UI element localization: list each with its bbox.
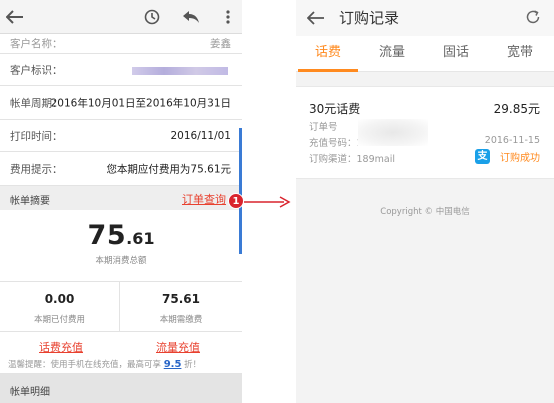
customer-name-row: 客户名称： 姜鑫	[0, 34, 242, 54]
order-records-screen: 订购记录 话费 流量 固话 宽带 30元话费 29.85元 订单号 充值号码：1…	[296, 0, 554, 403]
customer-id-label: 客户标识：	[10, 64, 63, 76]
back-arrow-icon[interactable]	[304, 6, 328, 30]
bill-screen: 客户名称： 姜鑫 客户标识： 帐单周期： 2016年10月01日至2016年10…	[0, 0, 242, 403]
order-card[interactable]: 30元话费 29.85元 订单号 充值号码：1 订购渠道：189mail 201…	[296, 86, 554, 179]
paid-caption: 本期已付费用	[33, 315, 85, 325]
callout-arrow-icon	[244, 196, 291, 208]
copyright-text: Copyright © 中国电信	[380, 207, 470, 217]
redacted-value	[358, 119, 428, 146]
fee-tip-row: 费用提示： 您本期应付费用为75.61元	[0, 152, 242, 186]
category-tabs: 话费 流量 固话 宽带	[296, 36, 554, 72]
refresh-icon[interactable]	[522, 6, 544, 28]
tab-phone-bill[interactable]: 话费	[296, 36, 360, 72]
redacted-value	[132, 67, 228, 75]
fee-tip-value: 您本期应付费用为75.61元	[106, 163, 231, 175]
tip-discount[interactable]: 9.5	[164, 359, 182, 370]
order-number-label: 订单号	[309, 122, 338, 133]
paid-cell: 0.00 本期已付费用	[0, 282, 120, 332]
top-toolbar	[0, 0, 242, 34]
order-price: 29.85元	[493, 102, 540, 116]
total-amount-decimal: .61	[126, 229, 155, 248]
recharge-number-label: 充值号码：1	[309, 138, 363, 149]
order-status: 订购成功	[500, 153, 540, 164]
bill-period-value: 2016年10月01日至2016年10月31日	[50, 97, 231, 109]
paid-value: 0.00	[44, 292, 75, 306]
phone-recharge-link[interactable]: 话费充值	[39, 339, 83, 355]
callout-number-badge: 1	[228, 193, 244, 209]
total-amount-integer: 75	[87, 220, 127, 251]
total-amount: 75.61	[0, 220, 242, 251]
recharge-section: 话费充值 流量充值 温馨提醒：使用手机在线充值，最高可享 9.5 折！	[0, 332, 242, 374]
customer-id-row: 客户标识：	[0, 54, 242, 86]
tab-data[interactable]: 流量	[360, 36, 424, 72]
order-records-header: 订购记录	[296, 0, 554, 36]
tab-broadband[interactable]: 宽带	[488, 36, 552, 72]
more-vertical-icon[interactable]	[220, 5, 236, 29]
alipay-icon: 支	[475, 149, 490, 164]
recharge-tip: 温馨提醒：使用手机在线充值，最高可享 9.5 折！	[8, 358, 201, 370]
bill-detail-label: 帐单明细	[10, 387, 50, 398]
total-consumption: 75.61 本期消费总额	[0, 210, 242, 282]
due-value: 75.61	[162, 292, 200, 306]
order-status-group: 支 订购成功	[475, 149, 540, 164]
order-title: 30元话费	[309, 102, 361, 116]
due-caption: 本期需缴费	[159, 315, 203, 325]
bill-detail-header[interactable]: 帐单明细	[0, 374, 242, 403]
total-caption: 本期消费总额	[95, 256, 147, 266]
print-time-row: 打印时间： 2016/11/01	[0, 120, 242, 152]
order-channel: 订购渠道：189mail	[309, 154, 395, 165]
page-title: 订购记录	[339, 9, 400, 27]
tip-suffix: 折！	[184, 360, 202, 370]
clock-icon[interactable]	[140, 5, 164, 29]
bill-summary-header: 帐单摘要 订单查询	[0, 186, 242, 210]
customer-name-value: 姜鑫	[210, 38, 231, 50]
fee-tip-label: 费用提示：	[10, 163, 63, 175]
due-cell: 75.61 本期需缴费	[121, 282, 241, 332]
order-date: 2016-11-15	[484, 135, 540, 146]
bill-summary-label: 帐单摘要	[10, 196, 50, 207]
data-recharge-link[interactable]: 流量充值	[156, 339, 200, 355]
bill-period-row: 帐单周期： 2016年10月01日至2016年10月31日	[0, 86, 242, 120]
reply-icon[interactable]	[178, 5, 204, 29]
tab-landline[interactable]: 固话	[424, 36, 488, 72]
payment-split: 0.00 本期已付费用 75.61 本期需缴费	[0, 282, 242, 332]
print-time-label: 打印时间：	[10, 130, 63, 142]
tip-prefix: 温馨提醒：使用手机在线充值，最高可享	[8, 360, 162, 370]
back-arrow-icon[interactable]	[2, 5, 28, 29]
scroll-indicator[interactable]	[239, 128, 242, 254]
order-query-link[interactable]: 订单查询	[182, 191, 226, 207]
customer-name-label: 客户名称：	[10, 38, 63, 50]
print-time-value: 2016/11/01	[170, 129, 231, 142]
